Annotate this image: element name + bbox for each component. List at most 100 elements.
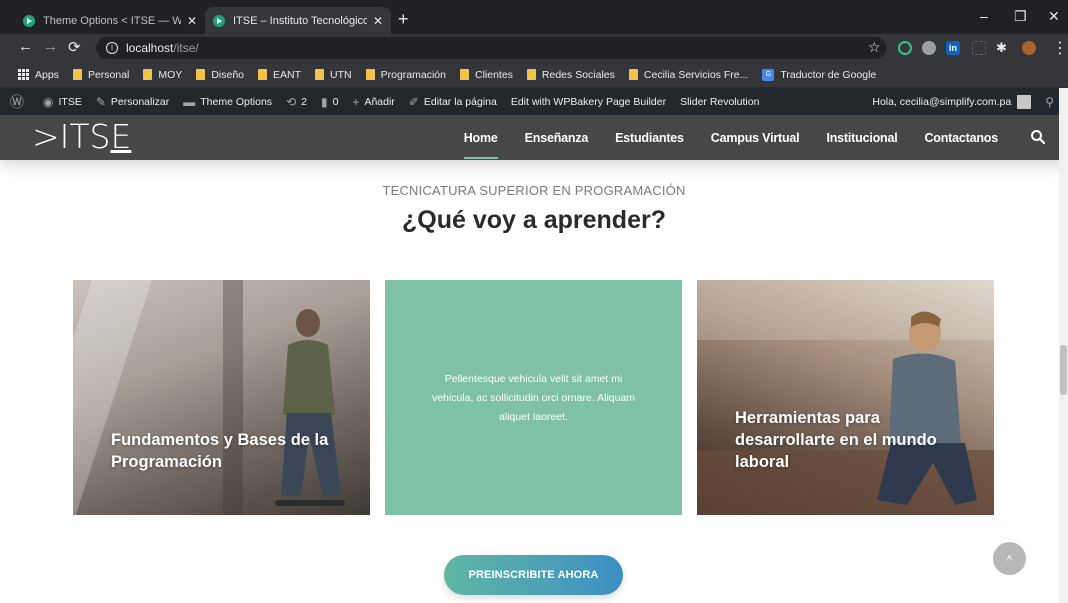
bookmark-folder[interactable]: UTN (315, 69, 352, 81)
brush-icon: ✎ (95, 94, 106, 109)
wp-site-name-label: ITSE (58, 95, 82, 108)
bookmark-folder[interactable]: EANT (258, 69, 301, 81)
folder-icon (258, 69, 267, 80)
bookmark-label: MOY (158, 68, 183, 81)
folder-icon (628, 69, 638, 80)
wp-customize-label: Personalizar (110, 95, 170, 108)
avatar[interactable] (1017, 94, 1032, 109)
logo-text: >ITS (32, 117, 111, 156)
nav-institucional[interactable]: Institucional (826, 131, 897, 145)
folder-icon (196, 69, 206, 80)
tab-close-icon[interactable]: ✕ (187, 14, 197, 28)
bookmark-folder[interactable]: Diseño (196, 69, 244, 81)
folder-icon (143, 69, 153, 80)
site-logo[interactable]: >ITSE (32, 117, 131, 156)
nav-home[interactable]: Home (463, 131, 498, 159)
folder-icon: ▬ (183, 94, 196, 109)
section-eyebrow: TECNICATURA SUPERIOR EN PROGRAMACIÓN (382, 183, 686, 198)
bookmark-label: UTN (330, 68, 352, 81)
apps-grid-icon (18, 69, 29, 80)
wp-greeting[interactable]: Hola, cecilia@simplify.com.pa (872, 96, 1011, 108)
dashboard-icon: ◉ (43, 94, 54, 109)
bookmark-label: Apps (35, 68, 59, 81)
tab-theme-options[interactable]: Theme Options < ITSE — WordPr ✕ (15, 7, 205, 34)
wp-comments-count: 0 (332, 95, 339, 108)
close-window-button[interactable]: ✕ (1048, 8, 1060, 25)
bookmark-star-icon[interactable]: ☆ (868, 39, 881, 56)
preinscribite-button[interactable]: PREINSCRIBITE AHORA (444, 555, 623, 595)
scrollbar-thumb[interactable] (1060, 345, 1067, 395)
nav-contactanos[interactable]: Contactanos (924, 131, 998, 145)
extensions-puzzle-icon[interactable]: ✱ (996, 41, 1010, 55)
minimize-button[interactable]: – (980, 8, 988, 24)
search-icon[interactable] (1030, 129, 1046, 145)
tab-close-icon[interactable]: ✕ (373, 14, 383, 28)
search-icon[interactable]: ⚲ (1045, 95, 1054, 109)
nav-ensenanza[interactable]: Enseñanza (525, 131, 589, 145)
site-favicon-icon (23, 14, 35, 27)
wp-edit-page[interactable]: ✐ Editar la página (409, 95, 497, 109)
back-to-top-button[interactable]: ˄ (993, 542, 1026, 575)
extension-green-icon[interactable] (898, 41, 912, 55)
wp-updates[interactable]: ⟲ 2 (286, 95, 307, 109)
nav-campus-virtual[interactable]: Campus Virtual (711, 131, 800, 145)
maximize-button[interactable]: ❐ (1014, 8, 1027, 25)
bookmark-apps[interactable]: Apps (18, 69, 59, 81)
card-image-person (275, 309, 345, 506)
pencil-icon: ✐ (408, 94, 419, 109)
wp-site-name[interactable]: ◉ ITSE (43, 95, 82, 109)
wp-slider-label: Slider Revolution (680, 95, 760, 108)
linkedin-extension-icon[interactable]: in (946, 41, 960, 55)
wordpress-logo-icon[interactable]: Ⓦ (10, 92, 29, 112)
wp-wpbakery[interactable]: Edit with WPBakery Page Builder (511, 96, 666, 108)
wp-comments[interactable]: ▮ 0 (321, 95, 338, 109)
back-arrow-icon[interactable]: ← (18, 38, 33, 55)
bookmark-folder[interactable]: Programación (365, 68, 446, 81)
wp-edit-page-label: Editar la página (423, 95, 497, 108)
main-nav: Home Enseñanza Estudiantes Campus Virtua… (437, 115, 998, 160)
card-fundamentos[interactable]: Fundamentos y Bases de la Programación (73, 280, 370, 515)
wp-add-new-label: Añadir (364, 95, 395, 108)
card-title: Fundamentos y Bases de la Programación (111, 431, 329, 471)
profile-avatar-icon[interactable] (1022, 41, 1036, 55)
card-image-shadow (223, 280, 243, 515)
card-desc-text: Pellentesque vehicula velit sit amet mi … (431, 373, 636, 423)
address-bar[interactable]: i localhost /itse/ (96, 37, 886, 59)
forward-arrow-icon[interactable]: → (43, 38, 58, 55)
tab-itse[interactable]: ITSE – Instituto Tecnológico de Se ✕ (205, 7, 391, 34)
wp-add-new[interactable]: + Añadir (352, 95, 394, 109)
site-favicon-icon (213, 14, 225, 27)
folder-icon (526, 69, 536, 80)
logo-text-underlined: E (110, 117, 132, 156)
folder-icon (72, 69, 82, 80)
browser-menu-icon[interactable]: ⋮ (1052, 38, 1068, 58)
wp-slider-revolution[interactable]: Slider Revolution (680, 96, 759, 108)
extension-gray-icon[interactable] (922, 41, 936, 55)
updates-icon: ⟲ (286, 94, 297, 109)
bookmark-google-translate[interactable]: G Traductor de Google (762, 68, 876, 81)
bookmark-folder[interactable]: Personal (72, 68, 130, 81)
reload-icon[interactable]: ⟳ (68, 38, 81, 56)
bookmark-folder[interactable]: Cecilia Servicios Fre... (628, 69, 748, 81)
bookmark-folder[interactable]: Clientes (459, 68, 513, 81)
plus-icon: + (352, 94, 360, 109)
wp-customize[interactable]: ✎ Personalizar (96, 95, 169, 109)
url-host: localhost (126, 41, 174, 55)
new-tab-button[interactable]: + (398, 10, 409, 28)
bookmark-label: Clientes (474, 68, 513, 81)
bookmark-folder[interactable]: Redes Sociales (526, 69, 615, 81)
tab-label: Theme Options < ITSE — WordPr (43, 14, 181, 27)
bookmark-label: Personal (87, 68, 130, 81)
wp-theme-options[interactable]: ▬ Theme Options (183, 95, 272, 109)
google-translate-icon: G (762, 68, 775, 81)
site-info-icon[interactable]: i (106, 42, 118, 54)
folder-icon (365, 69, 375, 80)
extension-placeholder-icon[interactable] (972, 41, 986, 55)
bookmark-folder[interactable]: MOY (143, 69, 182, 81)
card-herramientas[interactable]: Herramientas para desarrollarte en el mu… (697, 280, 994, 515)
bookmark-label: EANT (273, 68, 302, 81)
section-heading: ¿Qué voy a aprender? (402, 206, 666, 234)
browser-tab-strip: Theme Options < ITSE — WordPr ✕ ITSE – I… (0, 0, 1068, 34)
nav-estudiantes[interactable]: Estudiantes (615, 131, 684, 145)
bookmark-label: Programación (380, 68, 446, 81)
